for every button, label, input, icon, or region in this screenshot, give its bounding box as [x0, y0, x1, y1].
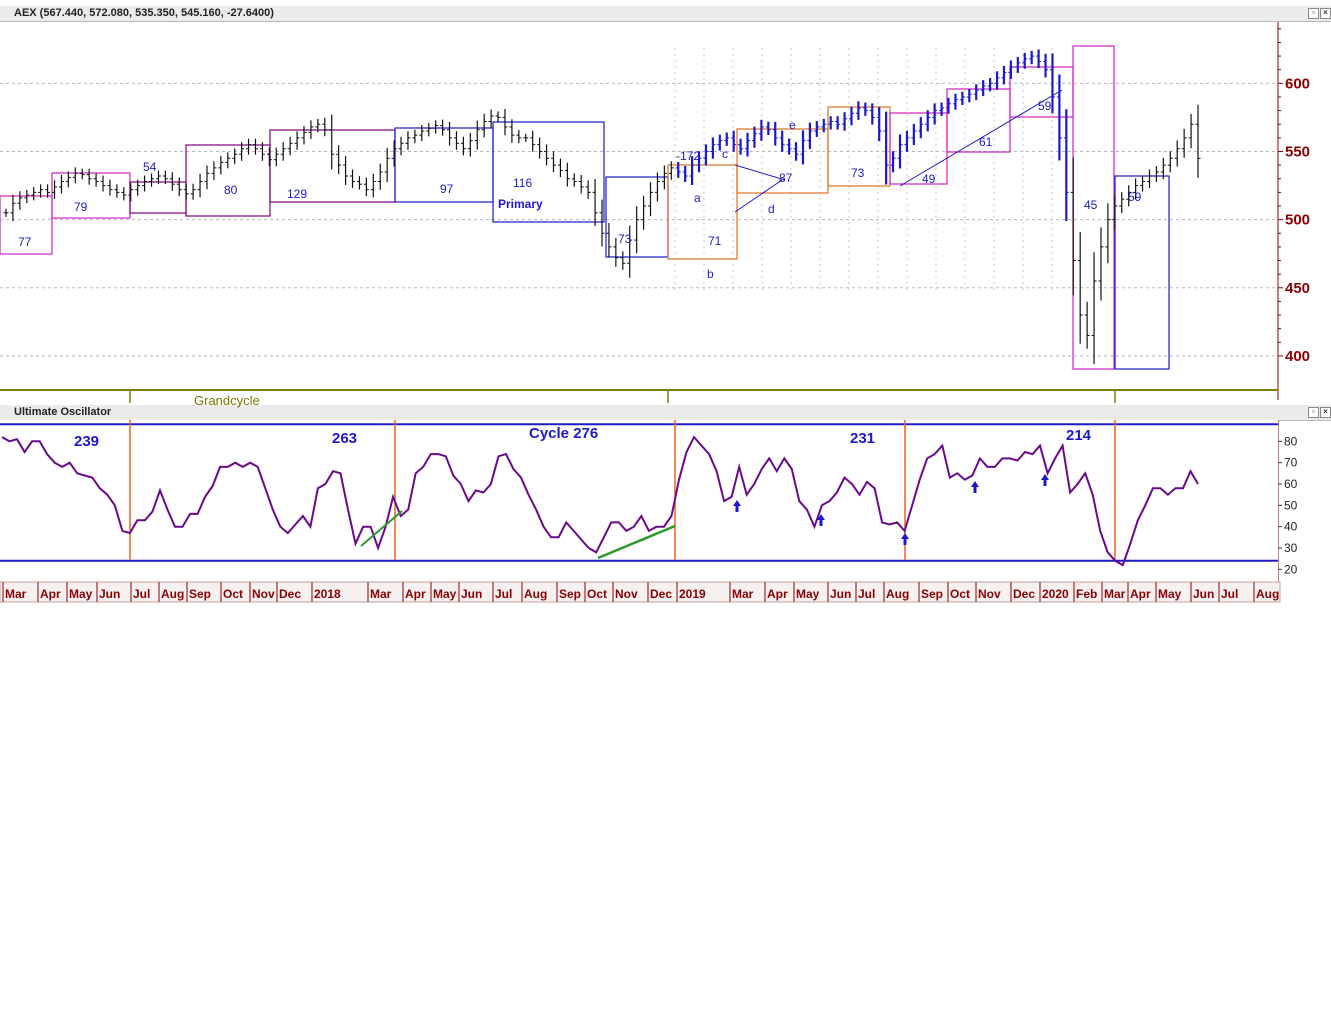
wave-label: c — [722, 147, 728, 161]
month-label: 2019 — [679, 587, 706, 601]
month-label: Dec — [650, 587, 672, 601]
cycle-count-label: 97 — [440, 182, 454, 196]
wave-label: e — [789, 118, 796, 132]
month-label: Jul — [858, 587, 875, 601]
cycle-count-label: 45 — [1084, 198, 1098, 212]
cycle-count-label: 87 — [779, 171, 793, 185]
oscillator-plot: 20 30 40 50 60 70 80 239 263 Cycle 276 231 214 — [0, 420, 1298, 582]
osc-tick-label: 30 — [1284, 541, 1298, 555]
price-tick-label: 400 — [1285, 348, 1310, 365]
month-label: Apr — [40, 587, 61, 601]
price-tick-label: 550 — [1285, 143, 1310, 160]
osc-tick-label: 40 — [1284, 520, 1298, 534]
cycle-count-label: 59 — [1128, 190, 1142, 204]
price-tick-label: 450 — [1285, 280, 1310, 297]
month-label: Sep — [189, 587, 211, 601]
month-label: Oct — [950, 587, 970, 601]
month-label: Aug — [1256, 587, 1279, 601]
month-label: Apr — [1130, 587, 1151, 601]
month-label: May — [796, 587, 820, 601]
month-label: Mar — [732, 587, 754, 601]
cycle-length-label: 231 — [850, 430, 875, 447]
charting-app: AEX (567.440, 572.080, 535.350, 545.160,… — [0, 0, 1331, 604]
month-label: Nov — [252, 587, 275, 601]
month-label: Jun — [830, 587, 851, 601]
time-axis: Mar Apr May Jun Jul Aug Sep Oct Nov Dec 2018 Mar Apr… — [0, 581, 1281, 603]
cycle-count-label: 61 — [979, 135, 993, 149]
cycle-count-label: 54 — [143, 160, 157, 174]
cycle-count-label: 73 — [851, 166, 865, 180]
cycle-count-label: 129 — [287, 187, 307, 201]
month-label: Sep — [559, 587, 581, 601]
cycle-count-label: 116 — [513, 176, 532, 190]
month-label: Nov — [615, 587, 638, 601]
month-label: Dec — [1013, 587, 1035, 601]
month-label: Aug — [524, 587, 547, 601]
month-label: Mar — [1104, 587, 1126, 601]
cycle-count-label: 77 — [18, 235, 32, 249]
cycle-count-label: 80 — [224, 183, 238, 197]
month-label: Dec — [279, 587, 301, 601]
month-label: Jul — [1221, 587, 1238, 601]
price-tick-label: 500 — [1285, 212, 1310, 229]
month-label: Oct — [587, 587, 607, 601]
cycle-count-label: 59 — [1038, 99, 1052, 113]
month-label: Apr — [767, 587, 788, 601]
chart-canvas: 400 450 500 550 600 77 79 54 80 129 97 116 73 71 87 73… — [0, 22, 1310, 603]
month-label: Jul — [133, 587, 150, 601]
primary-label: Primary — [498, 197, 543, 211]
wave-label: d — [768, 202, 775, 216]
month-label: 2020 — [1042, 587, 1069, 601]
price-tick-label: 600 — [1285, 75, 1310, 92]
osc-tick-label: 70 — [1284, 456, 1298, 470]
month-label: Nov — [978, 587, 1001, 601]
month-label: May — [433, 587, 457, 601]
osc-tick-label: 50 — [1284, 498, 1298, 512]
month-label: Apr — [405, 587, 426, 601]
grandcycle-label: Grandcycle — [194, 393, 260, 408]
cycle-length-label: 214 — [1066, 427, 1092, 444]
cycle-length-label: Cycle 276 — [529, 425, 598, 442]
month-label: Sep — [921, 587, 943, 601]
month-label: 2018 — [314, 587, 341, 601]
cycle-length-label: 239 — [74, 433, 99, 450]
month-label: Feb — [1076, 587, 1097, 601]
wave-label: b — [707, 267, 714, 281]
month-label: Oct — [223, 587, 243, 601]
month-label: Jun — [99, 587, 120, 601]
month-label: May — [1158, 587, 1182, 601]
cycle-length-label: 263 — [332, 430, 357, 447]
cycle-count-label: 71 — [708, 234, 722, 248]
osc-plot-area — [0, 420, 1278, 582]
cycle-count-label: 79 — [74, 200, 88, 214]
month-label: Jun — [461, 587, 482, 601]
cycle-count-label: 73 — [618, 232, 632, 246]
osc-tick-label: 80 — [1284, 434, 1298, 448]
month-label: Aug — [161, 587, 184, 601]
osc-tick-label: 20 — [1284, 562, 1298, 576]
month-label: Jul — [495, 587, 512, 601]
month-label: Aug — [886, 587, 909, 601]
price-axis: 400 450 500 550 600 — [1278, 28, 1310, 365]
wave-label: -172 — [676, 149, 700, 163]
month-label: Jun — [1193, 587, 1214, 601]
month-label: Mar — [5, 587, 27, 601]
wave-label: a — [694, 191, 701, 205]
month-label: Mar — [370, 587, 392, 601]
cycle-count-label: 49 — [922, 172, 936, 186]
month-label: May — [69, 587, 93, 601]
osc-tick-label: 60 — [1284, 477, 1298, 491]
